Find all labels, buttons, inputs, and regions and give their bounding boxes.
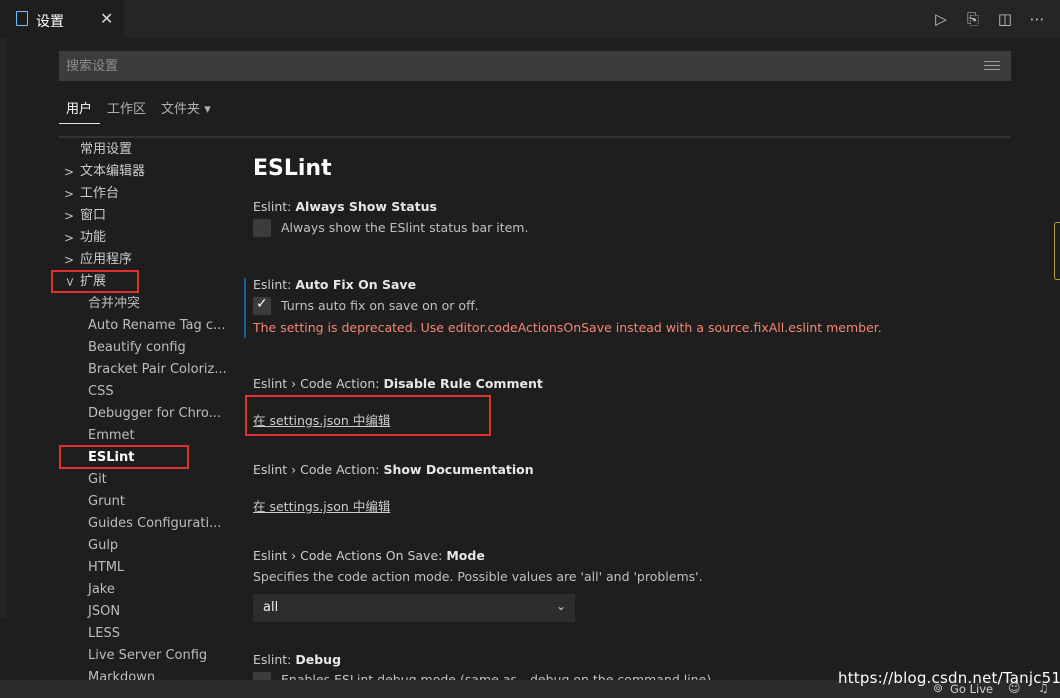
toc-item-label: 窗口 xyxy=(80,208,107,223)
edit-in-settings-json-link[interactable]: 在 settings.json 中编辑 xyxy=(253,496,390,515)
setting-prefix: Eslint: xyxy=(253,199,296,214)
edit-in-settings-json-link[interactable]: 在 settings.json 中编辑 xyxy=(253,410,390,429)
deprecation-message: The setting is deprecated. Use editor.co… xyxy=(253,320,882,335)
chevron-right-icon: > xyxy=(64,187,75,201)
toc-ext-item[interactable]: Emmet xyxy=(88,425,135,447)
toc-ext-item[interactable]: Live Server Config xyxy=(88,645,207,667)
editor-tab-bar: 设置 ✕ ▷ ⎘ ◫ ⋯ xyxy=(0,0,1060,38)
setting-name: Disable Rule Comment xyxy=(383,376,543,391)
setting-description: Turns auto fix on save on or off. xyxy=(281,298,479,313)
open-settings-json-icon[interactable]: ⎘ xyxy=(964,10,982,28)
toc-ext-item[interactable]: Gulp xyxy=(88,535,118,557)
toc-ext-item[interactable]: Bracket Pair Coloriz... xyxy=(88,359,227,381)
section-title: ESLint xyxy=(253,156,332,181)
toc-ext-item[interactable]: Auto Rename Tag c... xyxy=(88,315,225,337)
toc-item-text-editor[interactable]: > 文本编辑器 xyxy=(59,161,229,183)
settings-tab[interactable]: 设置 ✕ xyxy=(0,0,124,38)
setting-title-show-documentation: Eslint › Code Action: Show Documentation xyxy=(253,462,534,477)
toc-ext-item[interactable]: Jake xyxy=(88,579,115,601)
toc-item-common[interactable]: 常用设置 xyxy=(80,139,132,161)
setting-name: Auto Fix On Save xyxy=(295,277,417,292)
chevron-right-icon: > xyxy=(64,209,75,223)
mode-select[interactable]: all ⌄ xyxy=(253,594,575,622)
settings-search xyxy=(59,51,1011,81)
toc-ext-item[interactable]: HTML xyxy=(88,557,124,579)
toc-item-label: 工作台 xyxy=(80,186,120,201)
settings-scope-tabs: 用户 工作区 文件夹 ▾ xyxy=(59,98,219,124)
toc-item-features[interactable]: > 功能 xyxy=(59,227,229,249)
setting-prefix: Eslint › Code Actions On Save: xyxy=(253,548,447,563)
toc-item-window[interactable]: > 窗口 xyxy=(59,205,229,227)
debug-checkbox[interactable] xyxy=(253,672,271,680)
chevron-right-icon: > xyxy=(64,253,75,267)
file-icon xyxy=(16,11,28,26)
always-show-status-checkbox[interactable] xyxy=(253,219,271,237)
tab-workspace[interactable]: 工作区 xyxy=(100,98,154,124)
watermark-text: https://blog.csdn.net/Tanjc518 xyxy=(838,669,1060,687)
scrollbar-marker xyxy=(1054,222,1060,280)
toc-ext-item[interactable]: Markdown xyxy=(88,667,155,680)
setting-prefix: Eslint › Code Action: xyxy=(253,376,384,391)
select-value: all xyxy=(263,600,279,615)
setting-description: Enables ESLint debug mode (same as --deb… xyxy=(281,672,712,680)
editor-actions: ▷ ⎘ ◫ ⋯ xyxy=(932,10,1046,28)
setting-description: Specifies the code action mode. Possible… xyxy=(253,569,703,584)
toc-ext-item[interactable]: 合并冲突 xyxy=(88,293,140,315)
header-divider xyxy=(59,136,1011,138)
tab-title: 设置 xyxy=(36,14,64,30)
toc-ext-item[interactable]: Debugger for Chro... xyxy=(88,403,221,425)
filter-icon[interactable] xyxy=(984,58,1000,73)
focus-indicator xyxy=(244,278,246,338)
sidebar-edge xyxy=(0,38,6,618)
chevron-down-icon: ⌄ xyxy=(555,599,566,613)
tab-user[interactable]: 用户 xyxy=(59,98,101,124)
auto-fix-on-save-checkbox[interactable] xyxy=(253,296,271,315)
annotation-box-extensions xyxy=(51,270,139,293)
annotation-box-eslint xyxy=(59,445,189,469)
toc-ext-item[interactable]: Grunt xyxy=(88,491,125,513)
setting-title-auto-fix-on-save: Eslint: Auto Fix On Save xyxy=(253,277,416,292)
chevron-right-icon: > xyxy=(64,165,75,179)
tab-folder-label: 文件夹 xyxy=(161,102,201,117)
toc-ext-item[interactable]: LESS xyxy=(88,623,120,645)
setting-name: Debug xyxy=(295,652,342,667)
search-input[interactable] xyxy=(60,52,952,80)
toc-ext-item[interactable]: JSON xyxy=(88,601,120,623)
setting-title-disable-rule-comment: Eslint › Code Action: Disable Rule Comme… xyxy=(253,376,543,391)
split-editor-icon[interactable]: ◫ xyxy=(996,10,1014,28)
toc-item-label: 应用程序 xyxy=(80,252,133,267)
setting-name: Mode xyxy=(446,548,485,563)
chevron-down-icon: ▾ xyxy=(204,102,211,117)
setting-name: Always Show Status xyxy=(295,199,437,214)
toc-ext-item[interactable]: Guides Configurati... xyxy=(88,513,221,535)
setting-title-code-actions-mode: Eslint › Code Actions On Save: Mode xyxy=(253,548,485,563)
toc-ext-item[interactable]: CSS xyxy=(88,381,114,403)
setting-prefix: Eslint: xyxy=(253,277,296,292)
close-icon[interactable]: ✕ xyxy=(100,9,113,28)
more-actions-icon[interactable]: ⋯ xyxy=(1028,10,1046,28)
setting-title-debug: Eslint: Debug xyxy=(253,652,341,667)
setting-name: Show Documentation xyxy=(383,462,534,477)
chevron-right-icon: > xyxy=(64,231,75,245)
setting-prefix: Eslint › Code Action: xyxy=(253,462,384,477)
toc-item-workbench[interactable]: > 工作台 xyxy=(59,183,229,205)
setting-title-always-show-status: Eslint: Always Show Status xyxy=(253,199,437,214)
toc-ext-item[interactable]: Git xyxy=(88,469,107,491)
setting-description: Always show the ESlint status bar item. xyxy=(281,220,529,235)
toc-item-application[interactable]: > 应用程序 xyxy=(59,249,229,271)
setting-prefix: Eslint: xyxy=(253,652,296,667)
toc-item-label: 功能 xyxy=(80,230,107,245)
tab-folder[interactable]: 文件夹 ▾ xyxy=(154,98,219,124)
toc-ext-item[interactable]: Beautify config xyxy=(88,337,186,359)
toc-item-label: 文本编辑器 xyxy=(80,164,146,179)
run-icon[interactable]: ▷ xyxy=(932,10,950,28)
